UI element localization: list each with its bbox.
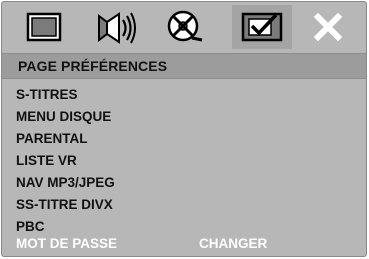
menu-item-disc-menu[interactable]: MENU DISQUE: [16, 107, 111, 127]
menu-item-subtitles[interactable]: S-TITRES: [16, 85, 78, 105]
setup-tab-bar: [2, 2, 366, 52]
menu-item-vr-list[interactable]: LISTE VR: [16, 151, 77, 171]
menu-item-divx-subtitle[interactable]: SS-TITRE DIVX: [16, 195, 113, 215]
menu-item-mp3-jpeg-nav[interactable]: NAV MP3/JPEG: [16, 173, 115, 193]
tab-exit[interactable]: [298, 5, 358, 49]
page-header: PAGE PRÉFÉRENCES: [2, 53, 366, 79]
password-change-value: CHANGER: [199, 236, 268, 251]
tab-general-setup[interactable]: [14, 5, 74, 49]
general-setup-icon: [26, 12, 62, 42]
video-setup-icon: [167, 10, 203, 42]
menu-item-parental[interactable]: PARENTAL: [16, 129, 88, 149]
audio-setup-icon: [98, 12, 136, 44]
tab-audio-setup[interactable]: [86, 5, 146, 49]
setup-menu-screen: PAGE PRÉFÉRENCES S-TITRES MENU DISQUE PA…: [1, 1, 367, 257]
preferences-setup-icon: [241, 12, 283, 42]
page-title: PAGE PRÉFÉRENCES: [18, 58, 168, 74]
tab-preferences-setup[interactable]: [232, 5, 292, 49]
menu-item-password: MOT DE PASSE: [16, 236, 118, 251]
tab-video-setup[interactable]: [154, 5, 214, 49]
exit-icon: [313, 12, 343, 42]
